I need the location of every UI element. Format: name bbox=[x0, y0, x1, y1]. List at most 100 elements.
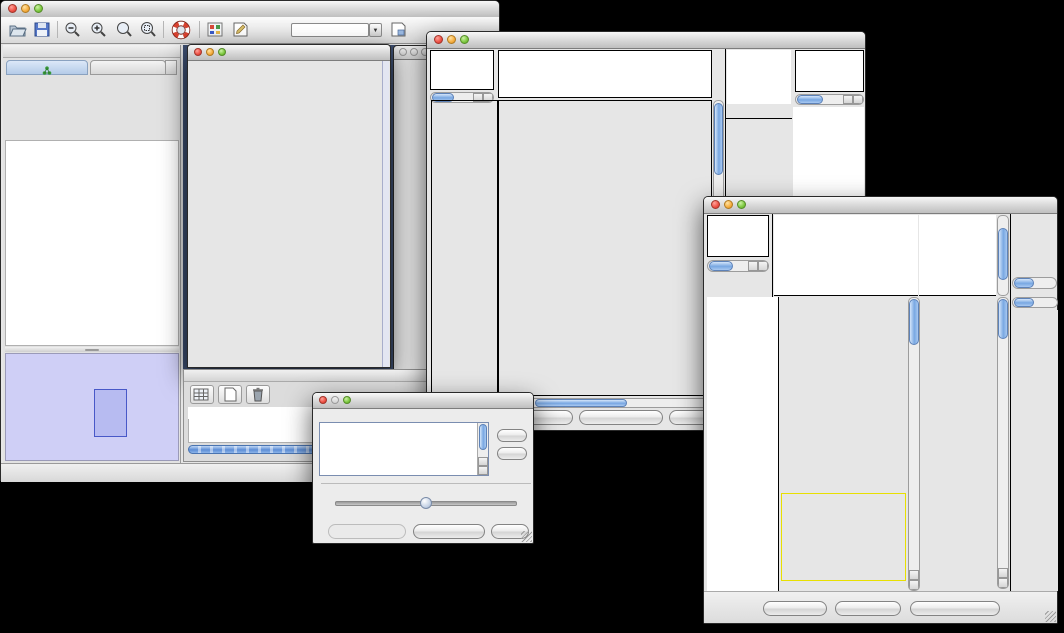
treeview2-usage-hints bbox=[1012, 215, 1057, 273]
vizmapper-icon[interactable] bbox=[206, 21, 225, 38]
treeview2-titlebar[interactable] bbox=[704, 197, 1057, 214]
dialog-titlebar[interactable] bbox=[313, 393, 533, 409]
network-file-icon[interactable] bbox=[389, 21, 408, 38]
treeview1-heatmap[interactable] bbox=[498, 100, 712, 396]
attribute-list-scrollbar[interactable] bbox=[477, 423, 488, 475]
overview-viewport-rect[interactable] bbox=[94, 389, 127, 437]
zoom-button[interactable] bbox=[34, 4, 43, 13]
open-file-icon[interactable] bbox=[8, 21, 27, 38]
zoom-button[interactable] bbox=[218, 48, 226, 56]
animation-speed-slider[interactable] bbox=[335, 501, 517, 506]
save-icon[interactable] bbox=[33, 21, 52, 38]
scroll-left-arrow[interactable] bbox=[843, 95, 853, 104]
move-up-button[interactable] bbox=[497, 429, 527, 442]
search-input[interactable] bbox=[291, 23, 369, 37]
close-button[interactable] bbox=[399, 48, 407, 56]
treeview2-row-dendrogram[interactable] bbox=[707, 297, 778, 591]
scroll-thumb[interactable] bbox=[1014, 298, 1034, 307]
network-canvas[interactable] bbox=[189, 61, 383, 367]
help-lifesaver-icon[interactable] bbox=[171, 20, 191, 40]
scroll-thumb[interactable] bbox=[479, 424, 487, 450]
create-vizmap-button[interactable] bbox=[413, 524, 485, 539]
resize-grip[interactable] bbox=[1045, 611, 1056, 622]
scroll-thumb[interactable] bbox=[714, 103, 723, 175]
settings-button[interactable] bbox=[763, 601, 827, 616]
scroll-thumb[interactable] bbox=[797, 95, 823, 104]
scroll-thumb[interactable] bbox=[998, 228, 1008, 280]
delete-attribute-button[interactable] bbox=[246, 385, 270, 404]
tab-overflow-button[interactable] bbox=[165, 60, 177, 75]
search-dropdown-button[interactable]: ▼ bbox=[369, 23, 382, 37]
scroll-down-arrow[interactable] bbox=[909, 580, 919, 590]
minimize-button[interactable] bbox=[21, 4, 30, 13]
treeview2-heatmap[interactable] bbox=[778, 297, 907, 591]
scroll-thumb[interactable] bbox=[709, 261, 733, 271]
scroll-thumb[interactable] bbox=[909, 299, 919, 345]
scroll-down-arrow[interactable] bbox=[478, 466, 488, 475]
treeview2-column-dendrogram[interactable] bbox=[774, 215, 918, 296]
close-button[interactable] bbox=[711, 200, 720, 209]
scroll-up-arrow[interactable] bbox=[909, 570, 919, 580]
zoom-button[interactable] bbox=[737, 200, 746, 209]
scroll-left-arrow[interactable] bbox=[748, 261, 758, 271]
zoom-button[interactable] bbox=[343, 396, 351, 404]
new-attribute-button[interactable] bbox=[218, 385, 242, 404]
treeview2-genes-hscrollbar[interactable] bbox=[1012, 297, 1058, 308]
network-table-header bbox=[5, 76, 179, 88]
slider-thumb[interactable] bbox=[420, 497, 432, 509]
network-vscrollbar[interactable] bbox=[382, 61, 389, 367]
scroll-up-arrow[interactable] bbox=[478, 457, 488, 466]
zoom-out-icon[interactable] bbox=[63, 21, 82, 38]
treeview1-column-dendrogram[interactable] bbox=[498, 50, 712, 98]
treeview2-vscrollbar[interactable] bbox=[908, 297, 920, 591]
export-graphics-button[interactable] bbox=[579, 410, 663, 425]
treeview1-row-dendrogram[interactable] bbox=[431, 100, 498, 396]
save-data-button[interactable] bbox=[835, 601, 901, 616]
treeview1-titlebar[interactable] bbox=[427, 32, 865, 49]
minimize-button[interactable] bbox=[410, 48, 418, 56]
close-button[interactable] bbox=[319, 396, 327, 404]
close-button[interactable] bbox=[434, 35, 443, 44]
treeview2-zoom-heatmap[interactable] bbox=[920, 297, 996, 589]
panel-splitter[interactable] bbox=[5, 347, 179, 352]
scroll-down-arrow[interactable] bbox=[998, 578, 1008, 588]
scroll-right-arrow[interactable] bbox=[758, 261, 768, 271]
main-titlebar[interactable] bbox=[1, 1, 499, 18]
animate-vizmap-button[interactable] bbox=[328, 524, 406, 539]
network-overview[interactable] bbox=[5, 353, 179, 461]
treeview2-header-vscrollbar[interactable] bbox=[997, 215, 1009, 296]
treeview2-hints-scrollbar[interactable] bbox=[1012, 277, 1057, 289]
resize-grip[interactable] bbox=[521, 531, 532, 542]
scroll-thumb[interactable] bbox=[1014, 278, 1034, 288]
heatmap-selection-rect[interactable] bbox=[781, 493, 906, 581]
minimize-button[interactable] bbox=[724, 200, 733, 209]
export-graphics-button[interactable] bbox=[910, 601, 1000, 616]
network1-titlebar[interactable] bbox=[188, 45, 390, 61]
move-down-button[interactable] bbox=[497, 447, 527, 460]
scroll-thumb[interactable] bbox=[535, 399, 627, 407]
minimize-button[interactable] bbox=[331, 396, 339, 404]
treeview2-zoom-vscrollbar[interactable] bbox=[997, 297, 1009, 589]
scroll-right-arrow[interactable] bbox=[853, 95, 863, 104]
select-attributes-button[interactable] bbox=[190, 385, 214, 404]
zoom-fit-icon[interactable] bbox=[115, 21, 134, 38]
tab-network[interactable] bbox=[6, 60, 88, 75]
attribute-listbox[interactable] bbox=[319, 422, 489, 476]
zoom-button[interactable] bbox=[460, 35, 469, 44]
zoom-in-icon[interactable] bbox=[89, 21, 108, 38]
zoom-selected-icon[interactable] bbox=[139, 21, 158, 38]
scroll-thumb[interactable] bbox=[998, 299, 1008, 339]
trash-icon bbox=[247, 386, 269, 403]
treeview1-hints-scrollbar[interactable] bbox=[795, 94, 864, 105]
close-button[interactable] bbox=[8, 4, 17, 13]
close-button[interactable] bbox=[194, 48, 202, 56]
scroll-up-arrow[interactable] bbox=[998, 568, 1008, 578]
tab-vizmapper[interactable] bbox=[90, 60, 166, 75]
annotation-icon[interactable] bbox=[231, 21, 250, 38]
treeview2-status-scrollbar[interactable] bbox=[707, 260, 769, 272]
network-tab-icon bbox=[42, 66, 52, 75]
network-list-empty-area[interactable] bbox=[5, 140, 179, 346]
treeview1-mini-heatmap[interactable] bbox=[729, 123, 785, 171]
minimize-button[interactable] bbox=[447, 35, 456, 44]
minimize-button[interactable] bbox=[206, 48, 214, 56]
